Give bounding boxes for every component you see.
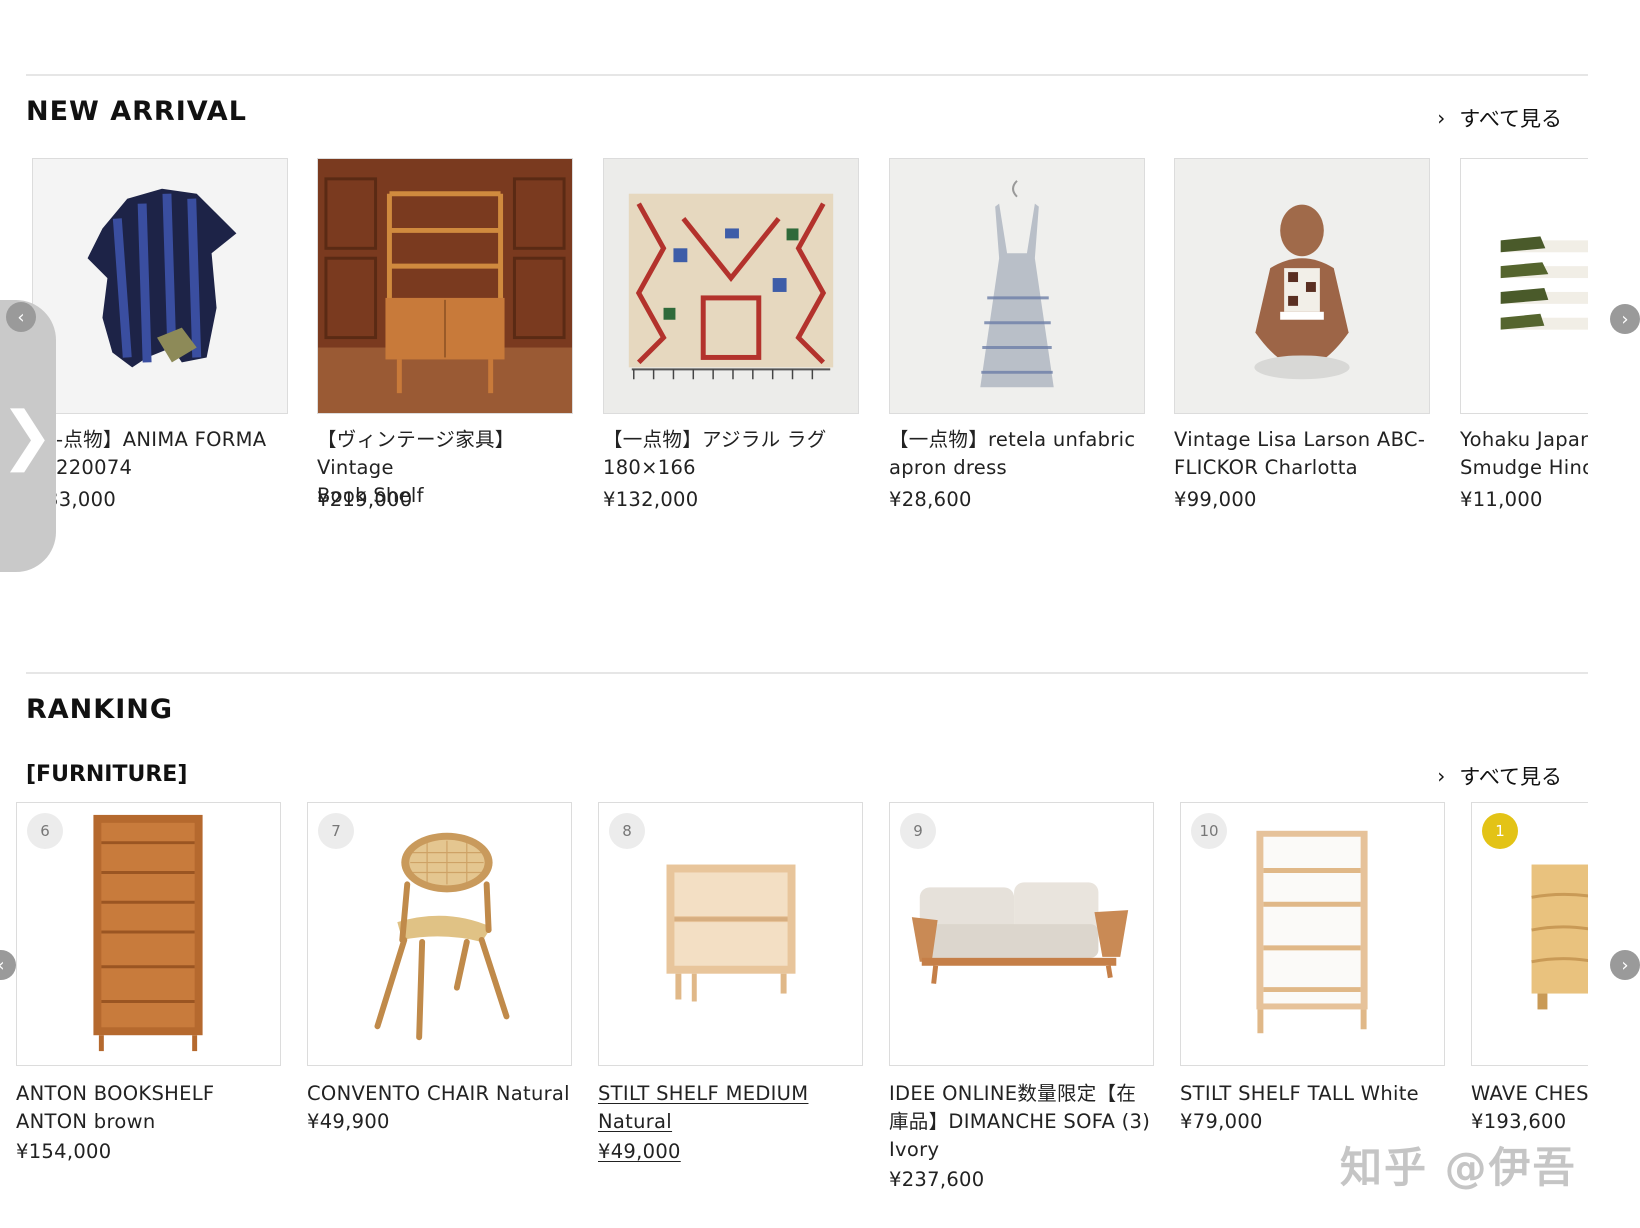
product-image-convento-chair[interactable]: 7 [307,802,572,1066]
product-price: ¥79,000 [1180,1110,1263,1133]
product-price: 33,000 [46,488,117,511]
watermark: 知乎 @伊吾 [1340,1143,1577,1192]
product-image-dimanche-sofa[interactable]: 9 [889,802,1154,1066]
product-name[interactable]: Yohaku Japan Smudge Hinoki [1460,426,1588,482]
product-price: ¥193,600 [1471,1110,1567,1133]
product-price: ¥99,000 [1174,488,1257,511]
rank-badge: 1 [1482,813,1518,849]
product-price: ¥154,000 [16,1140,112,1163]
chevron-right-icon: › [1437,106,1446,130]
product-price: ¥132,000 [603,488,699,511]
see-all-label: すべて見る [1459,765,1562,789]
rank-badge: 8 [609,813,645,849]
chevron-right-icon: ❯ [0,399,54,473]
chevron-right-icon: › [1621,954,1629,976]
product-image-azilal-rug[interactable] [603,158,859,414]
product-price: ¥49,900 [307,1110,390,1133]
product-price: ¥237,600 [889,1168,985,1191]
new-arrival-prev-button[interactable]: ‹ [6,302,36,332]
ranking-see-all-link[interactable]: › すべて見る [1437,761,1562,791]
product-price: ¥219,000 [317,488,413,511]
product-image-wave-chest[interactable]: 1 [1471,802,1588,1066]
product-name[interactable]: Vintage Lisa Larson ABC- FLICKOR Charlot… [1174,426,1434,482]
rank-badge: 6 [27,813,63,849]
product-name[interactable]: WAVE CHEST [1471,1080,1588,1108]
side-drawer-handle[interactable]: ❯ [0,300,56,572]
new-arrival-see-all-link[interactable]: › すべて見る [1437,103,1562,133]
new-arrival-carousel[interactable]: -点物】ANIMA FORMA 220074 33,000 【ヴィンテージ家具】… [0,158,1588,518]
ranking-title: RANKING [26,694,174,725]
rank-badge: 9 [900,813,936,849]
product-image-lisa-larson-figure[interactable] [1174,158,1430,414]
product-name[interactable]: 【一点物】retela unfabric apron dress [889,426,1149,482]
product-name[interactable]: 【一点物】アジラル ラグ 180×166 [603,426,863,482]
product-image-anton-bookshelf[interactable]: 6 [16,802,281,1066]
new-arrival-next-button[interactable]: › [1610,304,1640,334]
product-name[interactable]: IDEE ONLINE数量限定【在 庫品】DIMANCHE SOFA (3) I… [889,1080,1159,1164]
product-name[interactable]: STILT SHELF TALL White [1180,1080,1450,1108]
ranking-next-button[interactable]: › [1610,950,1640,980]
product-image-smudge-hinoki[interactable] [1460,158,1588,414]
chevron-right-icon: › [1437,764,1446,788]
ranking-category-label: [FURNITURE] [26,762,188,787]
product-image-apron-dress[interactable] [889,158,1145,414]
product-price: ¥11,000 [1460,488,1543,511]
chevron-right-icon: › [1621,308,1629,330]
product-image-stilt-shelf-medium[interactable]: 8 [598,802,863,1066]
product-image-vintage-book-shelf[interactable] [317,158,573,414]
product-name[interactable]: ANTON BOOKSHELF ANTON brown [16,1080,286,1136]
product-image-anima-forma[interactable] [32,158,288,414]
new-arrival-title: NEW ARRIVAL [26,96,247,127]
product-name[interactable]: -点物】ANIMA FORMA 220074 [56,426,288,482]
rank-badge: 7 [318,813,354,849]
product-name-link[interactable]: STILT SHELF MEDIUM Natural [598,1080,868,1136]
product-price: ¥28,600 [889,488,972,511]
chevron-left-icon: ‹ [17,306,25,328]
see-all-label: すべて見る [1459,107,1562,131]
product-price: ¥49,000 [598,1140,681,1163]
rank-badge: 10 [1191,813,1227,849]
ranking-divider [26,672,1588,674]
chevron-left-icon: ‹ [0,955,5,976]
top-divider [26,74,1588,76]
product-name[interactable]: CONVENTO CHAIR Natural [307,1080,577,1108]
product-image-stilt-shelf-tall[interactable]: 10 [1180,802,1445,1066]
